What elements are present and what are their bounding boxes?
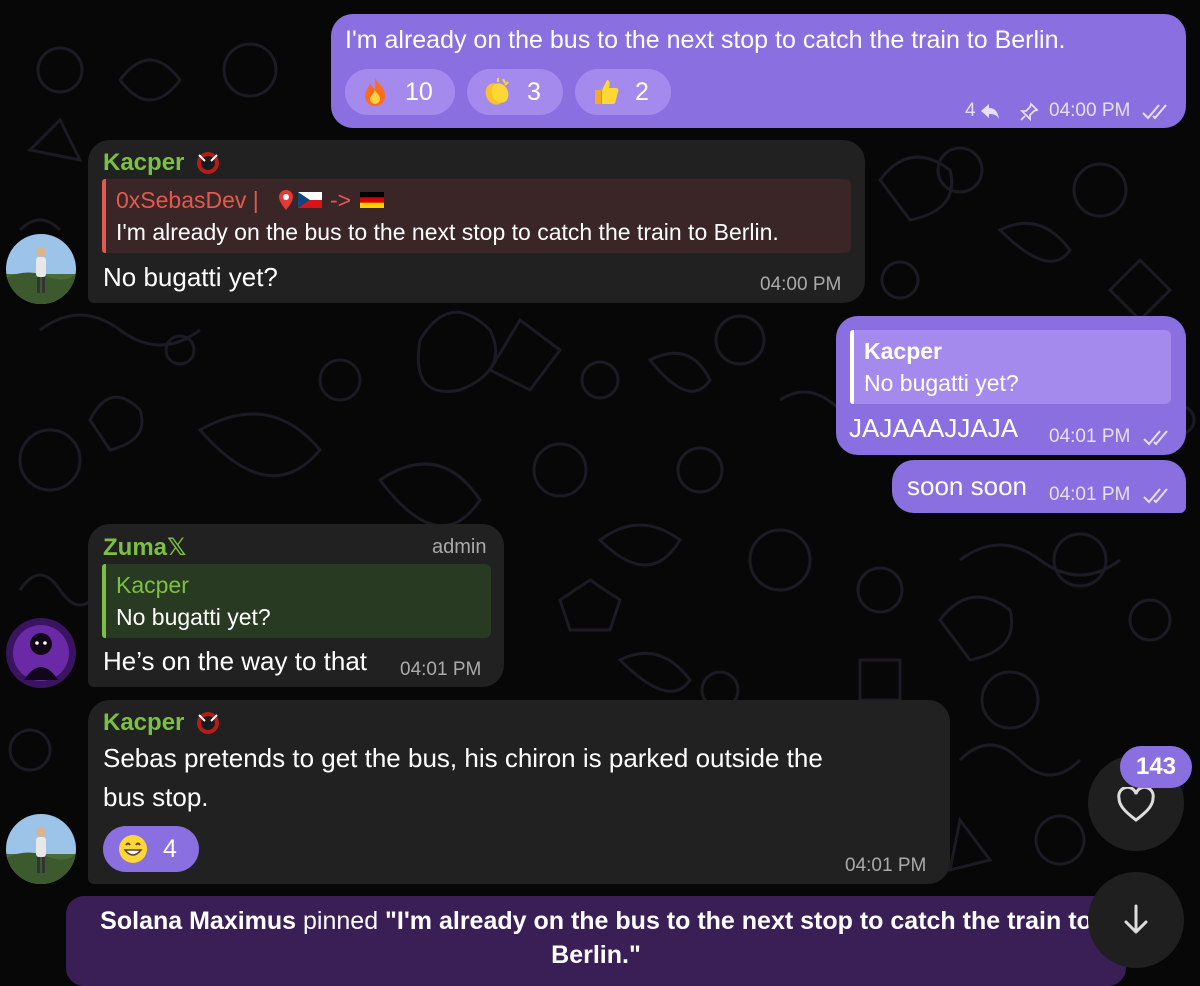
avatar-zuma[interactable]	[6, 618, 76, 688]
pinned-text: "I'm already on the bus to the next stop…	[385, 907, 1092, 935]
message-text-line: Sebas pretends to get the bus, his chiro…	[103, 743, 823, 773]
sender-name[interactable]: Kacper	[103, 149, 184, 177]
outgoing-message-bubble[interactable]: Kacper No bugatti yet? JAJAAAJJAJA 04:01…	[836, 316, 1186, 455]
fire-icon	[365, 78, 385, 106]
quote-text: No bugatti yet?	[864, 370, 1019, 396]
quote-author: 0xSebasDev |	[116, 187, 259, 213]
message-text: soon soon	[907, 471, 1027, 501]
reply-arrow-icon	[981, 104, 999, 119]
heart-icon	[1117, 787, 1155, 822]
read-checkmarks-icon	[1143, 430, 1168, 446]
message-time: 04:00 PM	[1049, 100, 1131, 121]
read-checkmarks-icon	[1142, 104, 1167, 120]
reaction-fire[interactable]: 10	[345, 69, 455, 115]
message-time: 04:01 PM	[1049, 426, 1131, 447]
quote-author: Kacper	[864, 338, 942, 364]
avatar-kacper[interactable]	[6, 814, 76, 884]
reaction-thumbs-up[interactable]: 2	[575, 69, 671, 115]
thumbs-up-icon	[595, 80, 619, 104]
sender-badge-icon	[197, 712, 219, 734]
avatar-photo	[6, 234, 76, 304]
avatar-kacper[interactable]	[6, 234, 76, 304]
sender-name[interactable]: Kacper	[103, 709, 184, 737]
incoming-message-bubble[interactable]: Zuma𝕏 admin Kacper No bugatti yet? He’s …	[88, 524, 504, 687]
sender-badge-icon	[197, 152, 219, 174]
service-message-line: Solana Maximus pinned "I'm already on th…	[96, 904, 1096, 938]
pin-icon	[1019, 102, 1039, 122]
clapping-hands-icon	[485, 78, 509, 105]
message-text-line: bus stop.	[103, 782, 209, 812]
quote-author: Kacper	[116, 572, 189, 598]
reaction-count: 3	[527, 77, 541, 106]
quote-text: I'm already on the bus to the next stop …	[116, 219, 779, 245]
reply-quote[interactable]: Kacper No bugatti yet?	[850, 330, 1171, 404]
message-text: No bugatti yet?	[103, 262, 278, 292]
reply-count[interactable]: 4	[965, 100, 976, 122]
quote-text: No bugatti yet?	[116, 604, 271, 630]
german-flag-icon	[360, 192, 384, 208]
reaction-clap[interactable]: 3	[467, 69, 563, 115]
admin-badge: admin	[432, 536, 487, 558]
czech-flag-icon	[298, 192, 322, 208]
arrow-down-icon	[1124, 904, 1148, 934]
pinned-text-continued: Berlin."	[551, 941, 641, 969]
message-text: He’s on the way to that	[103, 646, 368, 676]
grinning-face-icon	[119, 835, 147, 863]
incoming-message-bubble[interactable]: Kacper 0xSebasDev | -> I'm already on th…	[88, 140, 865, 303]
read-checkmarks-icon	[1143, 488, 1168, 504]
quote-author-arrow: ->	[330, 187, 352, 213]
message-time: 04:01 PM	[400, 659, 482, 680]
message-text: I'm already on the bus to the next stop …	[345, 26, 1066, 54]
outgoing-message-bubble[interactable]: I'm already on the bus to the next stop …	[331, 14, 1186, 128]
message-time: 04:00 PM	[760, 274, 842, 295]
message-time: 04:01 PM	[845, 855, 927, 876]
incoming-message-bubble[interactable]: Kacper Sebas pretends to get the bus, hi…	[88, 700, 950, 884]
avatar-photo	[6, 618, 76, 688]
scroll-down-button[interactable]	[1088, 872, 1184, 968]
message-text: JAJAAAJJAJA	[849, 413, 1019, 443]
pin-location-icon	[279, 190, 293, 210]
reply-quote[interactable]: Kacper No bugatti yet?	[102, 564, 491, 638]
outgoing-message-bubble[interactable]: soon soon 04:01 PM	[892, 460, 1186, 513]
like-counter-badge[interactable]: 143	[1120, 746, 1192, 788]
service-actor[interactable]: Solana Maximus	[100, 907, 296, 935]
avatar-photo	[6, 814, 76, 884]
service-action: pinned	[296, 907, 386, 935]
service-message-line: Berlin."	[96, 938, 1096, 972]
reaction-count: 10	[405, 77, 433, 106]
reply-quote[interactable]: 0xSebasDev | -> I'm already on the bus t…	[102, 179, 851, 253]
sender-name[interactable]: Zuma𝕏	[103, 533, 186, 562]
reaction-grinning[interactable]: 4	[103, 826, 199, 872]
pinned-service-message[interactable]: Solana Maximus pinned "I'm already on th…	[66, 896, 1126, 986]
reaction-count: 4	[163, 834, 177, 863]
message-time: 04:01 PM	[1049, 484, 1131, 505]
reaction-count: 2	[635, 77, 649, 106]
